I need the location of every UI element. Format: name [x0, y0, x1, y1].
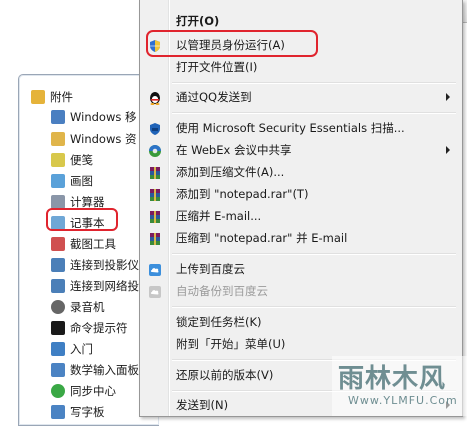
menu-item-send-via-qq[interactable]: 通过QQ发送到: [140, 86, 462, 108]
menu-item-webex-share[interactable]: 在 WebEx 会议中共享: [140, 139, 462, 161]
start-menu-programs-panel: 附件 Windows 移 Windows 资 便笺 画图 计算器 记事本 截图工…: [18, 74, 159, 426]
wordpad-icon: [51, 405, 65, 419]
menu-item-mse-scan[interactable]: 使用 Microsoft Security Essentials 扫描...: [140, 117, 462, 139]
snipping-tool-icon: [51, 237, 65, 251]
baidu-cloud-icon: [148, 262, 162, 276]
menu-item-upload-baidu-cloud[interactable]: 上传到百度云: [140, 258, 462, 280]
microphone-icon: [51, 300, 65, 314]
winrar-icon: [148, 209, 162, 223]
sync-center-icon: [51, 384, 65, 398]
menu-item-pin-to-taskbar[interactable]: 锁定到任务栏(K): [140, 311, 462, 333]
watermark-logo: 雨林木风 Www.YLMFU.Com: [332, 356, 467, 416]
folder-icon: [31, 90, 45, 104]
menu-item-open-file-location[interactable]: 打开文件位置(I): [140, 56, 462, 78]
menu-separator: [172, 253, 456, 255]
mse-shield-icon: [148, 121, 162, 135]
submenu-arrow-icon: [446, 93, 450, 101]
notepad-highlight-circle: [46, 208, 118, 231]
menu-separator: [172, 82, 456, 84]
winrar-icon: [148, 231, 162, 245]
run-as-admin-highlight-circle: [146, 30, 318, 57]
menu-separator: [172, 112, 456, 114]
explorer-folder-icon: [51, 132, 65, 146]
menu-item-add-to-archive[interactable]: 添加到压缩文件(A)...: [140, 161, 462, 183]
windows-mobility-icon: [51, 110, 65, 124]
submenu-arrow-icon: [446, 146, 450, 154]
math-input-icon: [51, 363, 65, 377]
winrar-icon: [148, 187, 162, 201]
getting-started-icon: [51, 342, 65, 356]
webex-icon: [148, 143, 162, 157]
menu-item-auto-backup-baidu-cloud: 自动备份到百度云: [140, 280, 462, 302]
menu-item-add-to-notepad-rar[interactable]: 添加到 "notepad.rar"(T): [140, 183, 462, 205]
projector-icon: [51, 258, 65, 272]
menu-item-compress-and-email[interactable]: 压缩并 E-mail...: [140, 205, 462, 227]
menu-item-compress-to-rar-and-email[interactable]: 压缩到 "notepad.rar" 并 E-mail: [140, 227, 462, 249]
winrar-icon: [148, 165, 162, 179]
qq-penguin-icon: [148, 90, 162, 105]
baidu-cloud-icon: [148, 284, 162, 298]
context-menu: 打开(O) 以管理员身份运行(A) 打开文件位置(I) 通过QQ发送到 使用 M…: [139, 0, 463, 417]
menu-item-pin-to-start-menu[interactable]: 附到「开始」菜单(U): [140, 333, 462, 355]
network-projector-icon: [51, 279, 65, 293]
paint-icon: [51, 174, 65, 188]
command-prompt-icon: [51, 321, 65, 335]
background-window: [0, 0, 140, 72]
sticky-note-icon: [51, 153, 65, 167]
menu-separator: [172, 306, 456, 308]
menu-item-open[interactable]: 打开(O): [140, 10, 462, 32]
calculator-icon: [51, 195, 65, 209]
